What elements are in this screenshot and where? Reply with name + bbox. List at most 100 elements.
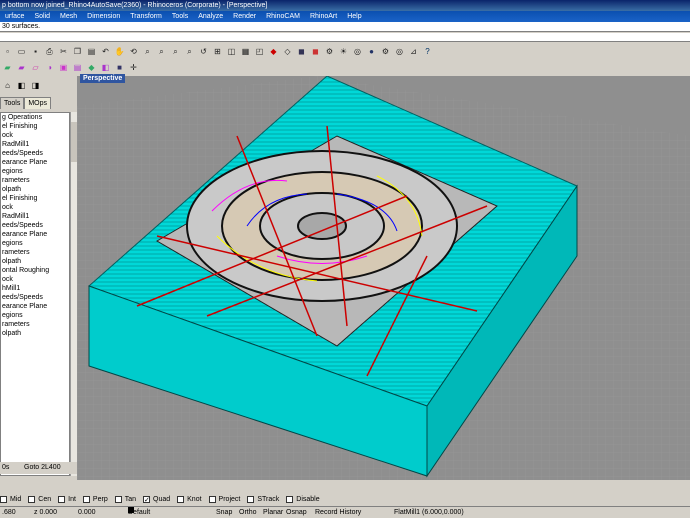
osnap-disable[interactable]: Disable [286,495,320,503]
tree-item[interactable]: eeds/Speeds [1,293,69,302]
home-icon[interactable]: ⌂ [2,80,13,91]
options-icon[interactable]: ◎ [352,46,363,57]
osnap-quad[interactable]: ✓ Quad [143,495,170,504]
menu-help[interactable]: Help [342,11,366,22]
lights-icon[interactable]: ☀ [338,46,349,57]
zoom-icon[interactable]: ⌕ [142,46,153,57]
print-icon[interactable]: ⎙ [44,46,55,57]
menu-tools[interactable]: Tools [167,11,193,22]
rendered-icon[interactable]: ◼ [310,46,321,57]
checkbox[interactable] [114,495,122,503]
checkbox[interactable] [58,495,66,503]
layer-icon[interactable]: ◰ [254,46,265,57]
command-input[interactable] [0,33,690,42]
tree-item[interactable]: ock [1,203,69,212]
tab-mops[interactable]: MOps [24,97,52,109]
mesh-icon[interactable]: ✛ [128,62,139,73]
patch-icon[interactable]: ▤ [72,62,83,73]
properties-icon[interactable]: ⚙ [324,46,335,57]
menu-rhinocam[interactable]: RhinoCAM [261,11,305,22]
osnap-perp[interactable]: Perp [82,495,108,503]
select-all-icon[interactable]: ▦ [240,46,251,57]
tree-scrollbar[interactable] [70,112,77,476]
zoom-selected-icon[interactable]: ⌕ [184,46,195,57]
checkbox[interactable] [247,495,255,503]
menu-surface[interactable]: urface [0,11,29,22]
tab-tools[interactable]: Tools [0,97,25,109]
menu-render[interactable]: Render [228,11,261,22]
menu-rhinoart[interactable]: RhinoArt [305,11,342,22]
surface-icon[interactable]: ▰ [2,62,13,73]
fillet-icon[interactable]: ◧ [100,62,111,73]
tree-item[interactable]: egions [1,239,69,248]
osnap-cen[interactable]: Cen [28,495,51,503]
osnap-project[interactable]: Project [208,495,240,503]
tree-item[interactable]: earance Plane [1,230,69,239]
tree-item[interactable]: earance Plane [1,302,69,311]
layers-icon[interactable]: ◧ [16,80,27,91]
checkbox[interactable] [208,495,216,503]
rotate-view-icon[interactable]: ⟲ [128,46,139,57]
loft-icon[interactable]: ▱ [30,62,41,73]
tree-item[interactable]: ontal Roughing [1,266,69,275]
zoom-window-icon[interactable]: ⌕ [156,46,167,57]
dimension-icon[interactable]: ⊿ [408,46,419,57]
tree-item[interactable]: olpath [1,257,69,266]
ortho-toggle[interactable]: Ortho [239,507,257,518]
checkbox[interactable] [82,495,90,503]
menu-solid[interactable]: Solid [29,11,55,22]
pan-hand-icon[interactable]: ✋ [114,46,125,57]
render-sphere-icon[interactable]: ● [366,46,377,57]
tree-item[interactable]: hMill1 [1,284,69,293]
tree-item[interactable]: el Finishing [1,122,69,131]
new-file-icon[interactable]: ▫ [2,46,13,57]
osnap-strack[interactable]: STrack [247,495,279,503]
tree-item[interactable]: ock [1,131,69,140]
help-icon[interactable]: ? [422,46,433,57]
tree-item[interactable]: rameters [1,248,69,257]
perspective-viewport[interactable] [77,76,690,480]
tree-item[interactable]: rameters [1,320,69,329]
paste-icon[interactable]: ▤ [86,46,97,57]
tree-item[interactable]: g Operations [1,113,69,122]
wireframe-icon[interactable]: ◇ [282,46,293,57]
osnap-mid[interactable]: Mid [0,495,21,503]
four-views-icon[interactable]: ⊞ [212,46,223,57]
car-icon[interactable]: ◆ [268,46,279,57]
shaded-icon[interactable]: ◼ [296,46,307,57]
tree-item[interactable]: olpath [1,185,69,194]
save-icon[interactable]: ▪ [30,46,41,57]
blend-icon[interactable]: ◆ [86,62,97,73]
undo-view-icon[interactable]: ↺ [198,46,209,57]
checkbox[interactable] [28,495,36,503]
checkbox[interactable] [0,495,7,503]
menu-analyze[interactable]: Analyze [193,11,228,22]
machine-icon[interactable]: ◨ [30,80,41,91]
solid-box-icon[interactable]: ■ [114,62,125,73]
copy-icon[interactable]: ❐ [72,46,83,57]
osnap-toggle[interactable]: Osnap [286,507,307,518]
checkbox-checked[interactable]: ✓ [143,495,151,504]
sweep-icon[interactable]: ▣ [58,62,69,73]
tree-item[interactable]: ock [1,275,69,284]
planar-toggle[interactable]: Planar [263,507,283,518]
tools-gear-icon[interactable]: ⚙ [380,46,391,57]
undo-icon[interactable]: ↶ [100,46,111,57]
point-icon[interactable]: ◎ [394,46,405,57]
open-folder-icon[interactable]: ▭ [16,46,27,57]
cut-icon[interactable]: ✂ [58,46,69,57]
osnap-knot[interactable]: Knot [177,495,202,503]
tree-item[interactable]: olpath [1,329,69,338]
zoom-extents-icon[interactable]: ⌕ [170,46,181,57]
checkbox[interactable] [286,495,294,503]
cplane-icon[interactable]: ◫ [226,46,237,57]
menu-mesh[interactable]: Mesh [55,11,82,22]
menu-transform[interactable]: Transform [125,11,167,22]
snap-toggle[interactable]: Snap [216,507,232,518]
osnap-tan[interactable]: Tan [114,495,136,503]
menu-dimension[interactable]: Dimension [82,11,125,22]
tree-item[interactable]: RadMill1 [1,212,69,221]
record-history-toggle[interactable]: Record History [315,507,361,518]
tree-item[interactable]: RadMill1 [1,140,69,149]
revolve-icon[interactable]: ◑ [44,62,55,73]
